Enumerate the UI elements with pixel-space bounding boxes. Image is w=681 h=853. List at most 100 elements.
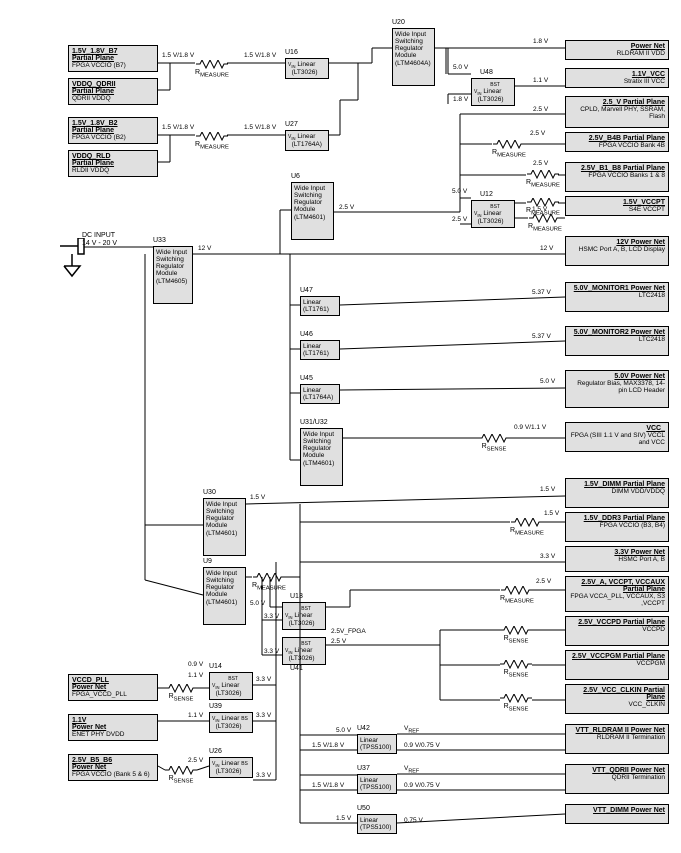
u33-module: Wide Input Switching Regulator Module(LT… [153,246,193,304]
u46-linear: Linear(LT1761) [300,340,340,360]
v-2p5-e: 2.5 V [452,216,467,223]
port-1p1v: 1.1V Power Net ENET PHY DVDD [68,714,158,741]
u27-label: U27 [285,121,298,128]
u20-module: Wide Input Switching Regulator Module(LT… [392,28,435,86]
v-1p5-e: 1.5 V [336,815,351,822]
end-vtt-dimm: VTT_DIMM Power Net [565,804,669,824]
u13-label: U13 [290,593,303,600]
v-1p1-b: 1.1 V [188,672,203,679]
end-vtt-qdrii: VTT_QDRII Power NetQDRII Termination [565,764,669,794]
v-2p5-a: 2.5 V [533,106,548,113]
r-sense-6: RSENSE [165,766,197,784]
u41-linear: BSTVIN Linear (LT3026) [282,637,326,665]
v-3p3-c: 3.3 V [264,648,279,655]
r-sense-4: RSENSE [500,694,532,712]
u37-label: U37 [357,765,370,772]
end-5p0v: 5.0V Power NetRegulator Bias, MAX3378, 1… [565,370,669,408]
u30-label: U30 [203,489,216,496]
v-1p5-d: 1.5 V [544,510,559,517]
u31-label: U31/U32 [300,419,328,426]
v-5p0-d: 5.0 V [250,600,265,607]
v-1p5-c: 1.5 V [540,486,555,493]
v-5p0-a: 5.0 V [453,64,468,71]
r-sense-2: RSENSE [500,626,532,644]
u20-label: U20 [392,19,405,26]
end-2p5v-vccpd: 2.5V_VCCPD Partial PlaneVCCPD [565,616,669,646]
r-measure-4: RMEASURE [526,170,560,188]
v-12-b: 12 V [540,245,553,252]
r-measure-9: RMEASURE [500,586,534,604]
port-vccd-pll: VCCD_PLL Power Net FPGA_VCCD_PLL [68,674,158,701]
v-0p9-a: 0.9 V [188,661,203,668]
end-1p5v-ddr3: 1.5V_DDR3 Partial PlaneFPGA VCCIO (B3, B… [565,512,669,542]
v-1p5-1p8-c: 1.5 V/1.8 V [162,124,194,131]
v-5p0-c: 5.0 V [540,378,555,385]
r-measure-2: RMEASURE [195,132,229,150]
u9-module: Wide Input Switching Regulator Module(LT… [203,567,246,625]
r-measure-6: RMEASURE [528,214,562,232]
u48-label: U48 [480,69,493,76]
u45-linear: Linear(LT1764A) [300,384,340,404]
v-5p0-b: 5.0 V [452,188,467,195]
vref-2: VREF [404,765,419,774]
v-1p5-1p8-f: 1.5 V/1.8 V [312,782,344,789]
v-3p3-b: 3.3 V [264,613,279,620]
u9-label: U9 [203,558,212,565]
u41-label: U41 [290,665,303,672]
u14-linear: BSTVIN Linear (LT3026) [209,672,253,700]
v-2p5-g: 2.5 V [331,638,346,645]
u16-label: U16 [285,49,298,56]
u6-label: U6 [291,173,300,180]
u12-label: U12 [480,191,493,198]
end-2p5v-a-vccpt: 2.5V_A, VCCPT, VCCAUX Partial PlaneFPGA … [565,576,669,612]
r-sense-1: RSENSE [478,434,510,452]
end-2p5v-b4b: 2.5V_B4B Partial PlaneFPGA VCCIO Bank 4B [565,132,669,152]
u47-linear: Linear(LT1761) [300,296,340,316]
v-5p37-a: 5.37 V [532,289,551,296]
v-0p75: 0.75 V [404,817,423,824]
v-1p5-1p8-d: 1.5 V/1.8 V [244,124,276,131]
end-3p3v: 3.3V Power NetHSMC Port A, B [565,546,669,572]
u47-label: U47 [300,287,313,294]
v-2p5-fpga: 2.5V_FPGA [331,628,366,635]
end-1p5v-vccpt: 1.5V_VCCPTS4E VCCPT [565,196,669,216]
end-vtt-rldram: VTT_RLDRAM II Power NetRLDRAM II Termina… [565,724,669,754]
v-1p5-1p8-b: 1.5 V/1.8 V [244,52,276,59]
end-2p5v-partial: 2.5_V Partial PlaneCPLD, Marvell PHY, SS… [565,96,669,128]
end-5p0v-mon1: 5.0V_MONITOR1 Power NetLTC2418 [565,282,669,312]
end-12v: 12V Power NetHSMC Port A, B, LCD Display [565,236,669,266]
end-vcc: VCC_FPGA (SIII 1.1 V and SIV) VCCL and V… [565,422,669,452]
u50-linear: Linear(TPS5100) [357,814,397,834]
port-vddq-rld: VDDQ_RLD Partial Plane RLDII VDDQ [68,150,158,177]
v-0p9-0p75-a: 0.9 V/0.75 V [404,742,440,749]
u31-module: Wide Input Switching Regulator Module(LT… [300,428,343,486]
u42-linear: Linear(TPS5100) [357,734,397,754]
v-1p5-1p8-e: 1.5 V/1.8 V [312,742,344,749]
u45-label: U45 [300,375,313,382]
u37-linear: Linear(TPS5100) [357,774,397,794]
end-2p5v-clkin: 2.5V_VCC_CLKIN Partial PlaneVCC_CLKIN [565,684,669,714]
v-1p5-a: 1.5 V [532,206,547,213]
v-3p3-a: 3.3 V [540,553,555,560]
end-2p5v-b1-b8: 2.5V_B1_B8 Partial PlaneFPGA VCCIO Banks… [565,162,669,192]
u50-label: U50 [357,805,370,812]
v-2p5-d: 2.5 V [339,204,354,211]
port-1p5v-1p8v-b2: 1.5V_1.8V_B2 Partial Plane FPGA VCCIO (B… [68,117,158,144]
end-2p5v-vccpgm: 2.5V_VCCPGM Partial PlaneVCCPGM [565,650,669,680]
dc-connector-icon [60,238,88,280]
v-12-a: 12 V [198,245,211,252]
port-vddq-qdrii: VDDQ_QDRII Partial Plane QDRII VDDQ [68,78,158,105]
u16-linear: VIN Linear (LT3026) [285,58,329,79]
v-3p3-e: 3.3 V [256,712,271,719]
u6-module: Wide Input Switching Regulator Module(LT… [291,182,334,240]
v-5p0-e: 5.0 V [336,727,351,734]
v-0p9-0p75-b: 0.9 V/0.75 V [404,782,440,789]
u13-linear: BSTVIN Linear (LT3026) [282,602,326,630]
u26-linear: VIN Linear BS (LT3026) [209,757,253,778]
u27-linear: VIN Linear (LT1764A) [285,130,329,151]
u26-label: U26 [209,748,222,755]
v-1p8-a: 1.8 V [533,38,548,45]
v-2p5-f: 2.5 V [536,578,551,585]
v-1p1-a: 1.1 V [533,77,548,84]
v-2p5-h: 2.5 V [188,757,203,764]
